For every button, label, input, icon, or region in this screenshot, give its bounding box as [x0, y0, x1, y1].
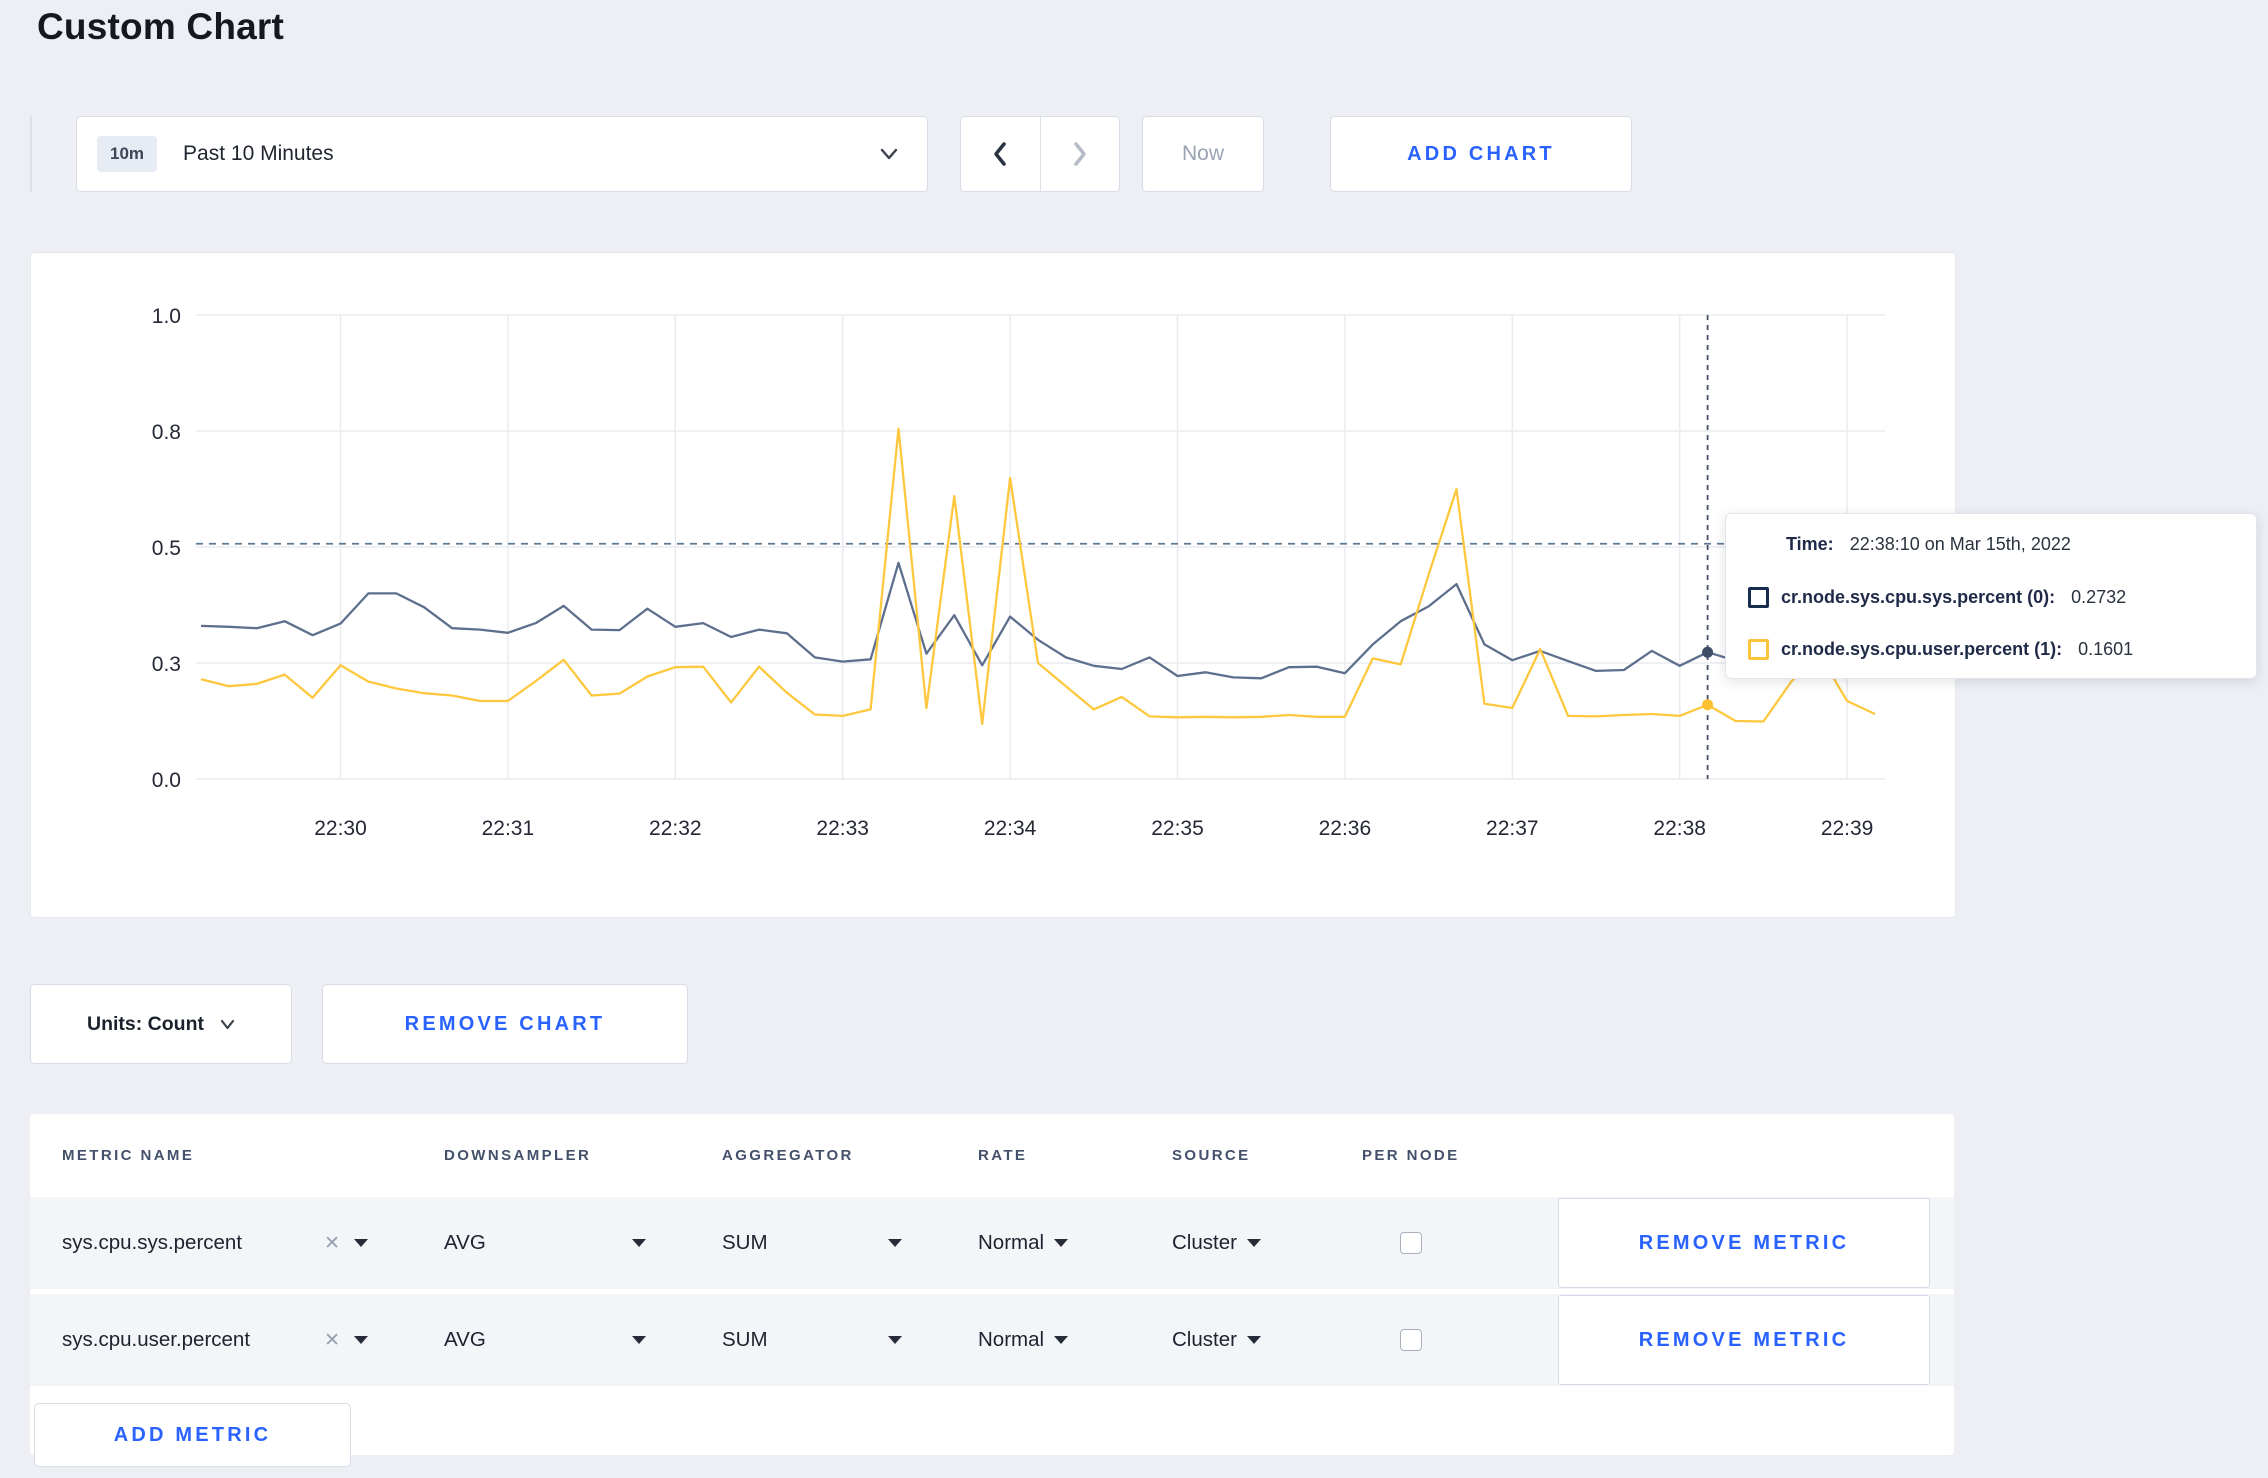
- metric-name-value: sys.cpu.user.percent: [62, 1328, 251, 1351]
- hover-point-dot: [1702, 646, 1714, 658]
- aggregator-value: SUM: [722, 1328, 768, 1351]
- table-row: sys.cpu.sys.percent ✕ AVG SUM Normal Clu…: [30, 1197, 1954, 1289]
- x-tick-label: 22:38: [1653, 817, 1706, 840]
- remove-chart-button[interactable]: REMOVE CHART: [322, 984, 688, 1064]
- tooltip-time-label: Time:: [1786, 534, 1834, 554]
- sys-series-swatch-icon: [1748, 586, 1769, 608]
- time-pager: [960, 116, 1120, 192]
- next-range-button[interactable]: [1041, 117, 1120, 191]
- source-value: Cluster: [1172, 1328, 1237, 1351]
- y-tick-label: 1.0: [152, 305, 181, 328]
- x-tick-label: 22:34: [984, 817, 1037, 840]
- source-value: Cluster: [1172, 1231, 1237, 1254]
- dropdown-caret-icon[interactable]: [632, 1239, 646, 1247]
- y-tick-label: 0.8: [152, 421, 181, 444]
- col-header-aggregator: AGGREGATOR: [722, 1147, 854, 1164]
- remove-metric-button[interactable]: REMOVE METRIC: [1558, 1198, 1930, 1288]
- hover-point-dot: [1702, 699, 1714, 711]
- source-dropdown[interactable]: Cluster: [1140, 1231, 1330, 1255]
- chart-tooltip: Time: 22:38:10 on Mar 15th, 2022 cr.node…: [1725, 513, 2257, 679]
- add-metric-button[interactable]: ADD METRIC: [34, 1403, 351, 1467]
- dropdown-caret-icon[interactable]: [354, 1239, 368, 1247]
- user-series-swatch-icon: [1748, 639, 1769, 660]
- chevron-down-icon: [879, 147, 899, 161]
- x-tick-label: 22:32: [649, 817, 702, 840]
- rate-value: Normal: [978, 1231, 1045, 1254]
- x-tick-label: 22:31: [482, 817, 535, 840]
- prev-range-button[interactable]: [961, 117, 1041, 191]
- dropdown-caret-icon[interactable]: [632, 1336, 646, 1344]
- chart-card: 0.0 0.3 0.5 0.8 1.0 22:30 22:31 22:32 22:33 22:34…: [30, 252, 2257, 918]
- tooltip-series-name: cr.node.sys.cpu.user.percent (1):: [1781, 639, 2063, 659]
- aggregator-value: SUM: [722, 1231, 768, 1254]
- col-header-per-node: PER NODE: [1362, 1147, 1460, 1164]
- series-line: [200, 427, 1876, 725]
- x-tick-label: 22:35: [1151, 817, 1204, 840]
- downsampler-value: AVG: [444, 1328, 486, 1351]
- clear-metric-icon[interactable]: ✕: [324, 1232, 340, 1255]
- x-tick-label: 22:39: [1821, 817, 1874, 840]
- per-node-checkbox[interactable]: [1400, 1232, 1422, 1254]
- dropdown-caret-icon[interactable]: [888, 1239, 902, 1247]
- downsampler-value: AVG: [444, 1231, 486, 1254]
- y-tick-label: 0.0: [152, 769, 181, 792]
- chevron-right-icon: [1073, 142, 1086, 166]
- rate-dropdown[interactable]: Normal: [946, 1231, 1140, 1255]
- y-tick-label: 0.5: [152, 537, 181, 560]
- tooltip-time-value: 22:38:10 on Mar 15th, 2022: [1849, 534, 2071, 554]
- time-range-dropdown[interactable]: 10m Past 10 Minutes: [76, 116, 928, 192]
- dropdown-caret-icon[interactable]: [354, 1336, 368, 1344]
- x-tick-label: 22:33: [816, 817, 869, 840]
- chart-canvas[interactable]: 0.0 0.3 0.5 0.8 1.0 22:30 22:31 22:32 22:33 22:34…: [31, 253, 1955, 917]
- col-header-metric-name: METRIC NAME: [62, 1147, 195, 1164]
- x-tick-label: 22:36: [1319, 817, 1372, 840]
- y-tick-label: 0.3: [152, 653, 181, 676]
- metric-name-value: sys.cpu.sys.percent: [62, 1231, 243, 1254]
- toolbar-divider: [30, 116, 32, 192]
- clear-metric-icon[interactable]: ✕: [324, 1329, 340, 1352]
- table-row: sys.cpu.user.percent ✕ AVG SUM Normal Cl…: [30, 1294, 1954, 1386]
- metrics-table-header: METRIC NAME DOWNSAMPLER AGGREGATOR RATE …: [30, 1114, 1954, 1197]
- toolbar: 10m Past 10 Minutes Now ADD CHART: [30, 116, 1632, 192]
- dropdown-caret-icon: [1054, 1336, 1069, 1344]
- add-chart-button[interactable]: ADD CHART: [1330, 116, 1632, 192]
- page-title: Custom Chart: [37, 6, 285, 47]
- col-header-rate: RATE: [978, 1147, 1028, 1164]
- tooltip-series-row: cr.node.sys.cpu.sys.percent (0): 0.2732: [1748, 586, 2232, 608]
- custom-chart-page: Custom Chart 10m Past 10 Minutes Now ADD…: [0, 0, 2268, 1478]
- dropdown-caret-icon: [1246, 1239, 1261, 1247]
- chevron-left-icon: [994, 142, 1007, 166]
- dropdown-caret-icon[interactable]: [888, 1336, 902, 1344]
- dropdown-caret-icon: [1246, 1336, 1261, 1344]
- rate-dropdown[interactable]: Normal: [946, 1328, 1140, 1352]
- col-header-source: SOURCE: [1172, 1147, 1251, 1164]
- x-tick-label: 22:37: [1486, 817, 1539, 840]
- tooltip-series-row: cr.node.sys.cpu.user.percent (1): 0.1601: [1748, 639, 2232, 660]
- metrics-table: METRIC NAME DOWNSAMPLER AGGREGATOR RATE …: [30, 1114, 1954, 1467]
- col-header-downsampler: DOWNSAMPLER: [444, 1147, 592, 1164]
- tooltip-series-value: 0.2732: [2071, 586, 2127, 607]
- time-range-badge: 10m: [97, 136, 158, 172]
- tooltip-series-value: 0.1601: [2078, 639, 2134, 659]
- now-button[interactable]: Now: [1142, 116, 1264, 192]
- time-range-label: Past 10 Minutes: [183, 142, 334, 165]
- rate-value: Normal: [978, 1328, 1045, 1351]
- tooltip-time-row: Time: 22:38:10 on Mar 15th, 2022: [1786, 534, 2232, 555]
- units-dropdown[interactable]: Units: Count: [30, 984, 292, 1064]
- tooltip-series-name: cr.node.sys.cpu.sys.percent (0):: [1781, 586, 2056, 607]
- x-tick-label: 22:30: [314, 817, 367, 840]
- units-label: Units: Count: [87, 1012, 204, 1035]
- source-dropdown[interactable]: Cluster: [1140, 1328, 1330, 1352]
- per-node-checkbox[interactable]: [1400, 1329, 1422, 1351]
- chevron-down-icon: [220, 1019, 235, 1029]
- chart-controls-row: Units: Count REMOVE CHART: [30, 984, 688, 1064]
- remove-metric-button[interactable]: REMOVE METRIC: [1558, 1295, 1930, 1385]
- dropdown-caret-icon: [1054, 1239, 1069, 1247]
